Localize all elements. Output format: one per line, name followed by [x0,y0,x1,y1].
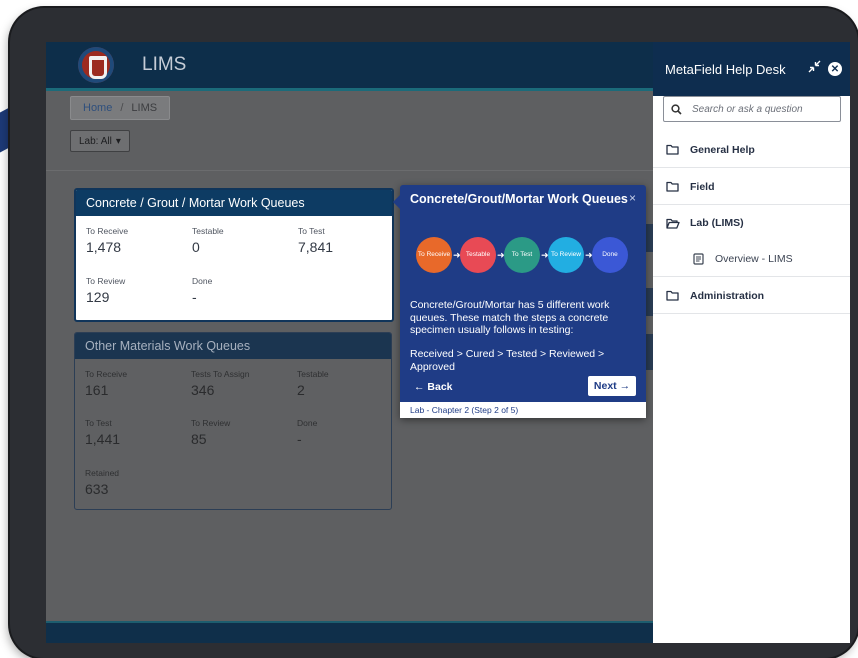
other-materials-work-queues-card: Other Materials Work Queues To Receive 1… [74,332,392,510]
stat-value: 7,841 [298,239,334,255]
tour-popover: Concrete/Grout/Mortar Work Queues × To R… [393,185,646,418]
stat-label: To Review [86,276,126,286]
stat-value: 2 [297,382,305,398]
tour-progress-footer: Lab - Chapter 2 (Step 2 of 5) [400,402,646,418]
flow-step-to-test: To Test [504,237,540,273]
concrete-work-queues-card: Concrete / Grout / Mortar Work Queues To… [74,188,394,322]
helpdesk-item-general-help[interactable]: General Help [653,132,850,168]
dimmed-panel-edge [646,224,653,252]
stat-to-test[interactable]: To Test 7,841 [298,226,333,255]
stat-to-test[interactable]: To Test 1,441 [85,418,120,447]
card-title: Concrete / Grout / Mortar Work Queues [76,190,392,216]
stat-to-receive[interactable]: To Receive 161 [85,369,127,398]
stat-label: Done [297,418,318,428]
helpdesk-item-label: Field [690,180,715,193]
stat-value: 1,441 [85,431,121,447]
helpdesk-panel: MetaField Help Desk ✕ General Help [653,42,850,643]
stat-value: - [192,289,197,305]
stat-label: Retained [85,468,120,478]
stat-to-review[interactable]: To Review 129 [86,276,125,305]
helpdesk-item-label: Lab (LIMS) [690,217,744,229]
lab-filter-dropdown[interactable]: Lab: All ▾ [70,130,130,152]
stat-testable[interactable]: Testable 0 [192,226,224,255]
tour-next-button[interactable]: Next → [588,376,636,396]
stat-label: Testable [192,226,224,236]
flow-step-to-receive: To Receive [416,237,452,273]
tour-title: Concrete/Grout/Mortar Work Queues [410,192,628,206]
flow-step-done: Done [592,237,628,273]
screen: LIMS Home / LIMS Lab: All ▾ Concrete / G… [46,42,850,643]
stat-label: To Review [191,418,231,428]
stat-label: Done [192,276,213,286]
stat-label: To Test [85,418,112,428]
app-footer [46,621,653,643]
stat-value: 346 [191,382,215,398]
workflow-diagram: To Receive ➜ Testable ➜ To Test ➜ To Rev… [416,237,628,277]
folder-icon [666,144,680,155]
breadcrumb-separator: / [120,102,124,114]
helpdesk-search-box[interactable] [663,96,841,122]
chevron-down-icon: ▾ [115,135,121,147]
close-icon[interactable]: ✕ [828,62,842,76]
divider [46,170,653,171]
search-icon [671,103,682,115]
close-icon[interactable]: × [629,191,636,205]
breadcrumb: Home / LIMS [70,96,171,120]
stat-label: Testable [297,369,329,379]
stat-value: 129 [86,289,110,305]
flow-step-testable: Testable [460,237,496,273]
stat-label: To Receive [85,369,128,379]
breadcrumb-current: LIMS [131,102,158,114]
stat-label: To Test [298,226,325,236]
stat-retained[interactable]: Retained 633 [85,468,119,497]
app-title: LIMS [142,54,187,75]
card-title: Other Materials Work Queues [75,333,391,359]
stat-to-review[interactable]: To Review 85 [191,418,230,447]
helpdesk-item-label: Administration [690,289,765,302]
tour-description: Concrete/Grout/Mortar has 5 different wo… [410,299,610,336]
stat-testable[interactable]: Testable 2 [297,369,329,398]
helpdesk-item-label: Overview - LIMS [715,252,793,265]
search-input[interactable] [690,102,834,116]
folder-open-icon [666,218,680,229]
stat-to-receive[interactable]: To Receive 1,478 [86,226,128,255]
stat-done[interactable]: Done - [192,276,212,305]
app-header: LIMS [46,42,653,91]
stat-done[interactable]: Done - [297,418,317,447]
stat-value: - [297,431,302,447]
helpdesk-item-overview-lims[interactable]: Overview - LIMS [653,241,850,277]
dimmed-panel-edge [646,288,653,316]
collapse-icon[interactable] [808,60,821,76]
tour-back-button[interactable]: ← Back [414,381,453,393]
folder-icon [666,181,680,192]
stat-tests-to-assign[interactable]: Tests To Assign 346 [191,369,249,398]
stat-value: 161 [85,382,109,398]
stat-label: To Receive [86,226,129,236]
helpdesk-item-label: General Help [690,143,755,156]
flow-step-to-review: To Review [548,237,584,273]
stat-value: 1,478 [86,239,122,255]
lab-filter-label: Lab: All [79,135,112,147]
helpdesk-title: MetaField Help Desk [665,62,786,77]
tablet-frame: LIMS Home / LIMS Lab: All ▾ Concrete / G… [10,8,858,658]
stat-value: 0 [192,239,200,255]
folder-icon [666,290,680,301]
stat-label: Tests To Assign [191,369,250,379]
helpdesk-header: MetaField Help Desk ✕ [653,42,850,96]
tour-step-path: Received > Cured > Tested > Reviewed > A… [410,348,605,373]
stat-value: 85 [191,431,207,447]
helpdesk-item-lab-lims[interactable]: Lab (LIMS) [653,205,850,241]
stat-value: 633 [85,481,109,497]
document-icon [693,252,705,265]
helpdesk-item-field[interactable]: Field [653,169,850,205]
dimmed-panel-edge [646,334,653,370]
breadcrumb-home[interactable]: Home [83,102,112,114]
lims-logo-icon[interactable] [78,47,114,83]
helpdesk-item-administration[interactable]: Administration [653,278,850,314]
